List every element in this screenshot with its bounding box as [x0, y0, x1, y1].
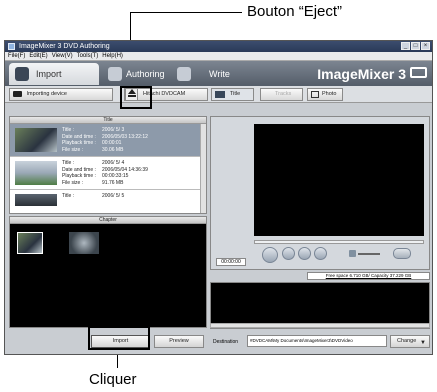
play-icon[interactable] — [262, 247, 278, 263]
stop-icon[interactable] — [282, 247, 295, 260]
destination-path-field[interactable]: #DVDCAM\My Documents\ImageMixer3\DVDVide… — [247, 335, 387, 347]
size-label: File size : — [62, 146, 84, 153]
view-tracks-button[interactable]: Tracks — [260, 88, 303, 101]
change-button[interactable]: Change ▼ — [390, 335, 430, 348]
video-thumbnail — [15, 161, 57, 185]
view-title-button[interactable]: Title — [211, 88, 254, 101]
maximize-icon[interactable]: □ — [411, 42, 420, 50]
title-label: Title : — [62, 193, 75, 199]
eject-highlight-box — [120, 86, 152, 109]
photo-icon — [311, 91, 319, 98]
view-tracks-label: Tracks — [275, 91, 292, 97]
preview-button-label: Preview — [169, 338, 189, 344]
source-toolbar: Importing device Hitachi DVDCAM Title Tr… — [5, 86, 432, 103]
brand-logo-mark — [410, 67, 427, 78]
view-title-label: Title — [230, 91, 241, 97]
tab-import[interactable]: Import — [9, 63, 99, 85]
previous-icon[interactable] — [298, 247, 311, 260]
tab-write[interactable]: Write — [171, 63, 231, 85]
window-title: ImageMixer 3 DVD Authoring — [19, 43, 110, 50]
chapter-thumbnail[interactable] — [69, 232, 99, 254]
destination-label: Destination — [213, 339, 239, 345]
size-label: File size : — [62, 179, 84, 186]
mode-tab-bar: Import Authoring Write ImageMixer 3 — [5, 61, 432, 86]
minimize-icon[interactable]: _ — [401, 42, 410, 50]
title-bar: ImageMixer 3 DVD Authoring _ □ × — [5, 41, 432, 52]
title-list-item[interactable]: Title :2006/ 5/ 4 Date and time :2006/05… — [10, 157, 206, 190]
time-display: 00:00:00 — [216, 258, 246, 266]
close-icon[interactable]: × — [421, 42, 430, 50]
chapter-panel: Chapter — [9, 216, 207, 328]
video-thumbnail — [15, 128, 57, 152]
importing-device-button[interactable]: Importing device — [9, 88, 113, 101]
next-icon[interactable] — [314, 247, 327, 260]
tab-authoring[interactable]: Authoring — [102, 63, 166, 85]
write-icon — [177, 67, 191, 81]
disk-space-info: Free space 6.710 GB/ Capacity 37.229 GB — [307, 272, 430, 280]
title-list-panel: Title Title :2006/ 5/ 3 Date and time :2… — [9, 116, 207, 214]
tab-authoring-label: Authoring — [126, 69, 165, 79]
volume-slider[interactable] — [358, 253, 380, 255]
title-list-header: Title — [10, 117, 206, 124]
item-size: 30.06 MB — [102, 146, 124, 153]
preview-button[interactable]: Preview — [154, 335, 204, 348]
camera-icon — [13, 90, 22, 97]
click-callout: Cliquer — [89, 371, 137, 388]
title-view-icon — [215, 91, 225, 98]
video-thumbnail — [15, 194, 57, 206]
tab-write-label: Write — [209, 69, 230, 79]
view-photo-button[interactable]: Photo — [307, 88, 343, 101]
chapter-thumbnail[interactable] — [17, 232, 43, 254]
brand-logo: ImageMixer 3 — [317, 66, 406, 82]
import-icon — [15, 67, 29, 81]
title-list-item[interactable]: Title : 2006/ 5/ 5 — [10, 190, 206, 208]
import-list-area[interactable] — [210, 282, 430, 329]
title-list-scrollbar[interactable] — [200, 124, 206, 213]
menu-view[interactable]: View(V) — [52, 52, 73, 60]
callout-line-eject-horizontal — [130, 12, 242, 13]
menu-file[interactable]: File(F) — [8, 52, 25, 60]
importing-device-label: Importing device — [26, 91, 67, 97]
dropdown-arrow-icon: ▼ — [420, 340, 426, 346]
volume-icon — [349, 250, 356, 257]
eject-button-callout: Bouton “Eject” — [247, 3, 343, 20]
title-list-item[interactable]: Title :2006/ 5/ 3 Date and time :2006/05… — [10, 124, 206, 157]
chapter-header: Chapter — [10, 217, 206, 224]
change-button-label: Change — [397, 338, 417, 344]
item-title: 2006/ 5/ 5 — [102, 193, 125, 199]
import-highlight-box — [88, 326, 150, 350]
item-size: 91.76 MB — [102, 179, 124, 186]
authoring-icon — [108, 67, 122, 81]
fullscreen-button[interactable] — [393, 248, 411, 259]
view-photo-label: Photo — [322, 91, 337, 97]
menu-bar: File(F) Edit(E) View(V) Tools(T) Help(H) — [5, 52, 432, 61]
menu-tools[interactable]: Tools(T) — [77, 52, 99, 60]
video-preview — [254, 124, 424, 236]
tab-import-label: Import — [36, 69, 62, 79]
menu-edit[interactable]: Edit(E) — [29, 52, 47, 60]
seek-bar[interactable] — [254, 240, 424, 244]
menu-help[interactable]: Help(H) — [102, 52, 123, 60]
app-window: ImageMixer 3 DVD Authoring _ □ × File(F)… — [4, 40, 433, 355]
import-list-scrollbar[interactable] — [210, 323, 430, 328]
app-icon — [8, 43, 15, 50]
playback-controls — [262, 247, 342, 263]
